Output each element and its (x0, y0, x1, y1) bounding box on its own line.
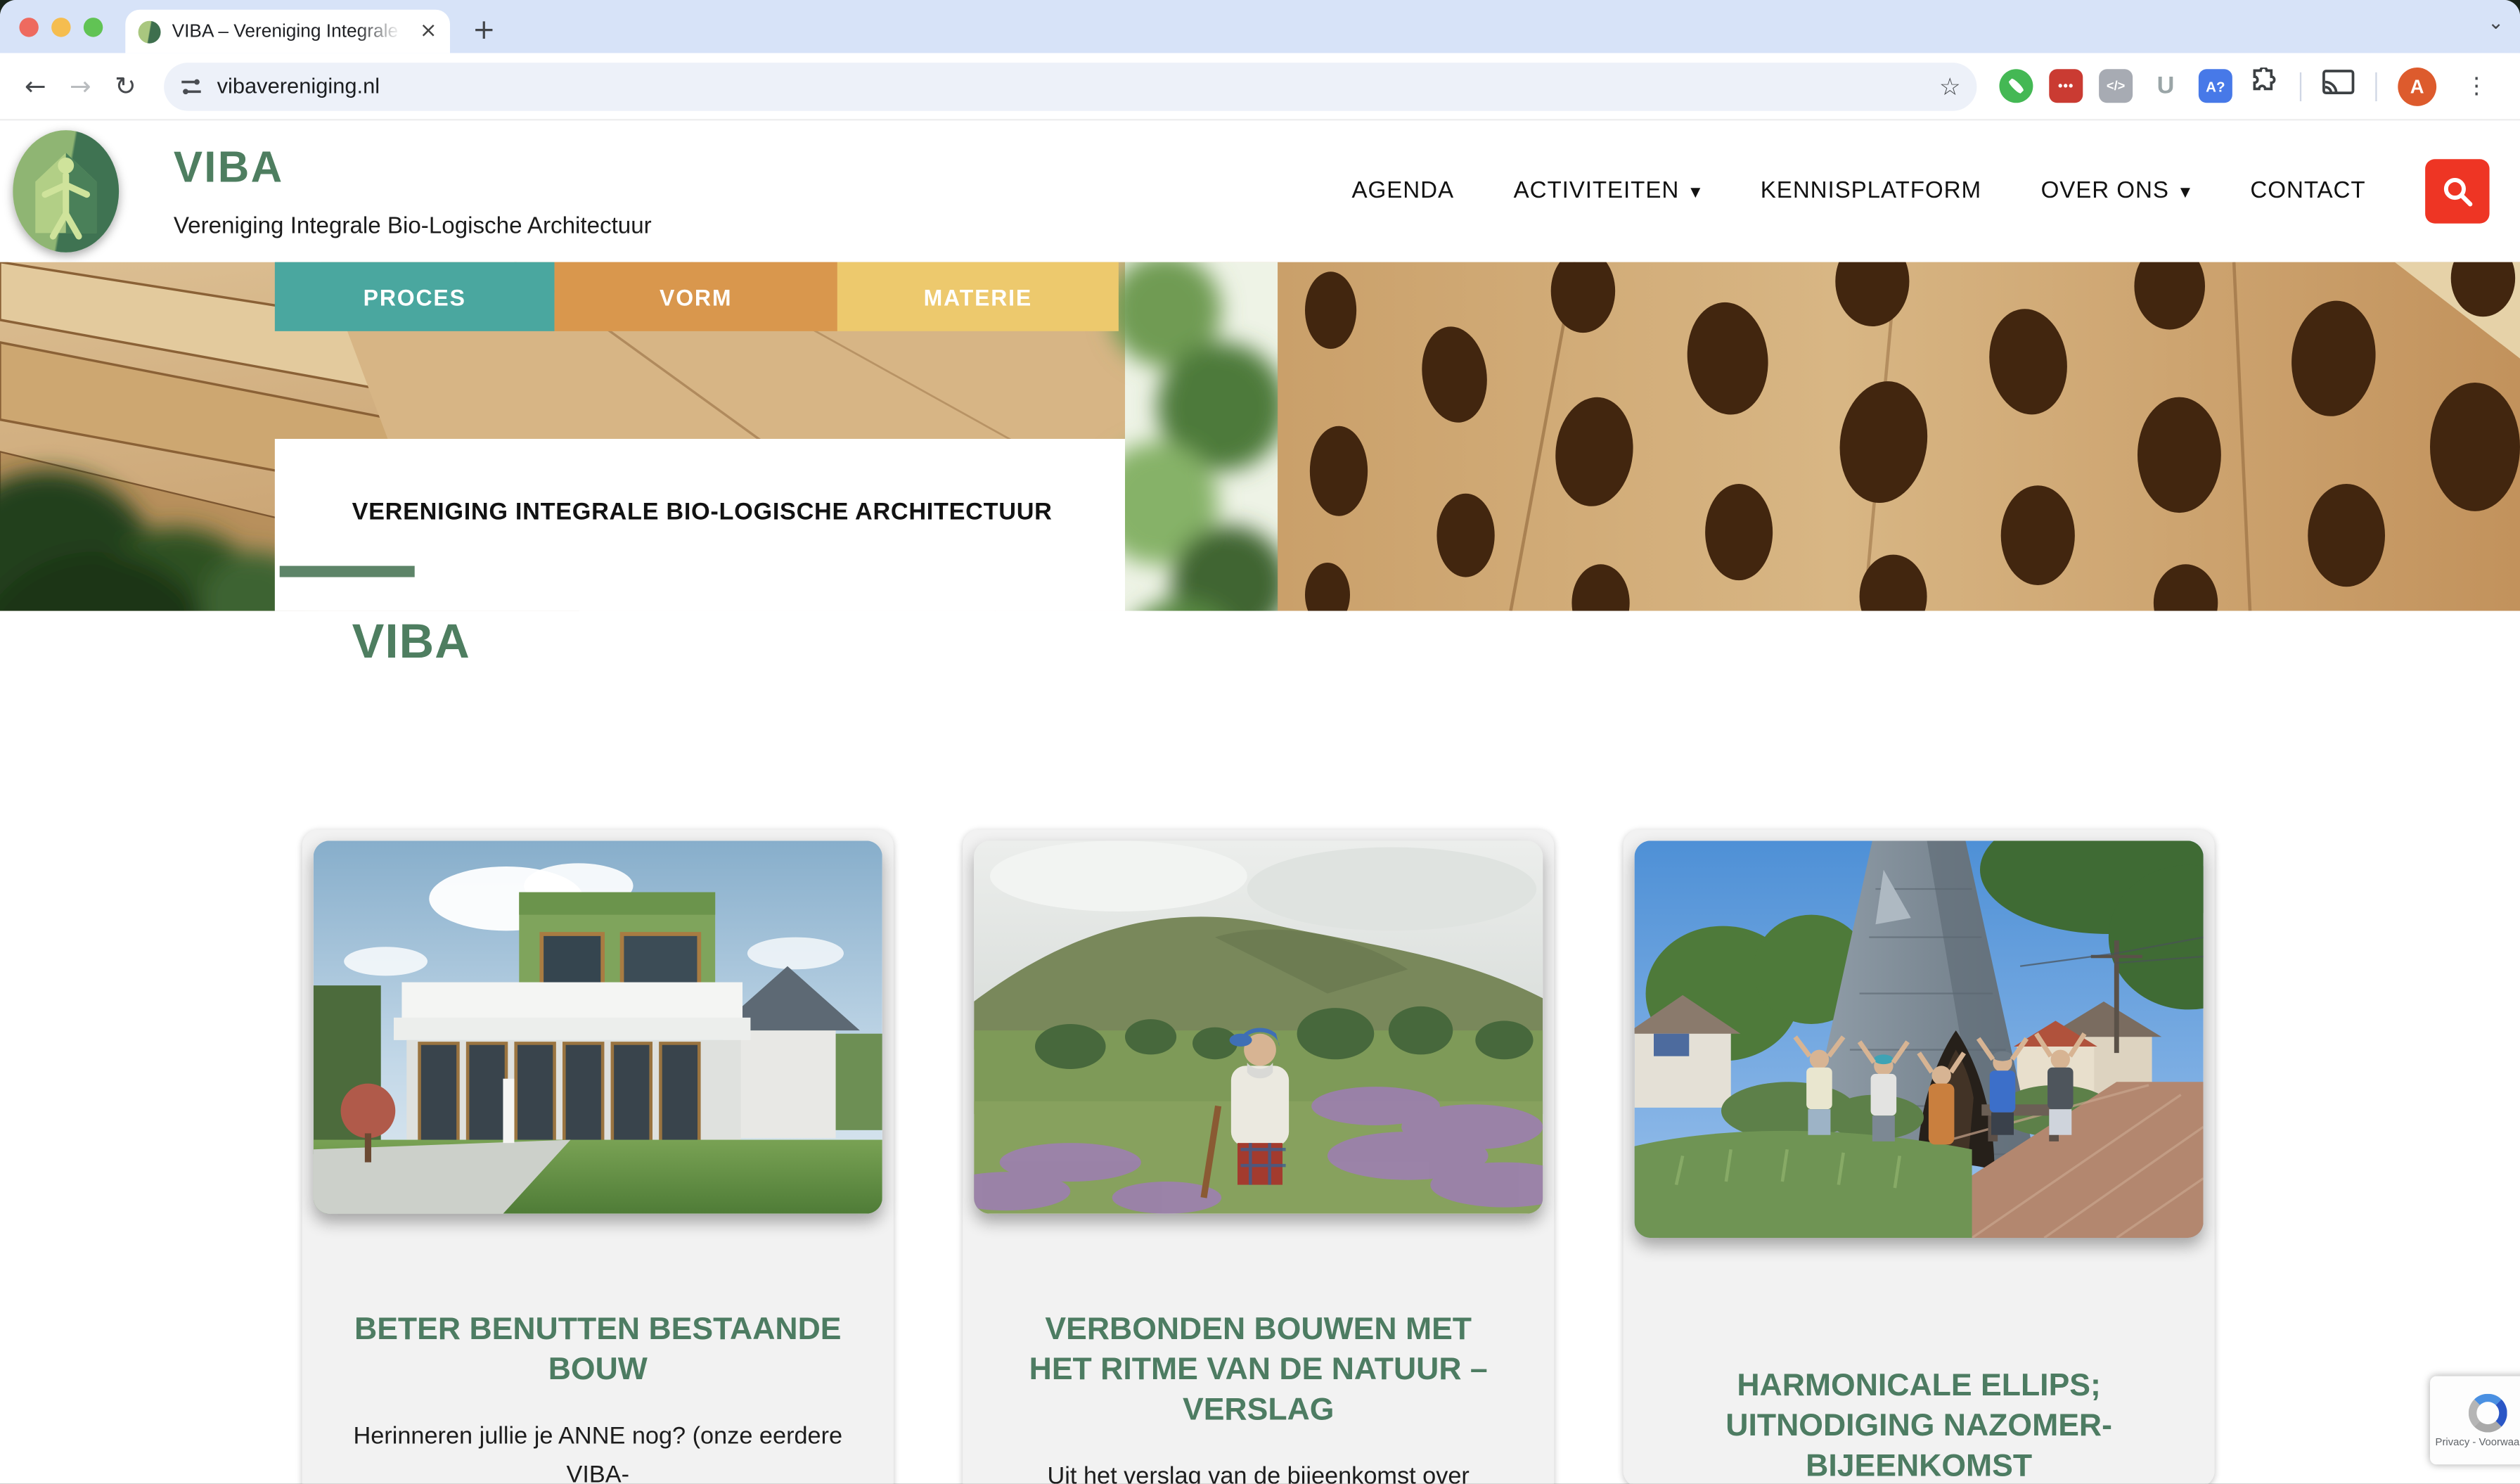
card-thumbnail-moor[interactable] (974, 840, 1543, 1213)
card-thumbnail-chapel[interactable] (1635, 840, 2204, 1238)
card-title[interactable]: VERBONDEN BOUWEN MET HET RITME VAN DE NA… (1012, 1310, 1504, 1431)
page-title: VIBA (352, 615, 2520, 670)
card-excerpt: Herinneren jullie je ANNE nog? (onze eer… (352, 1418, 844, 1484)
url-bar[interactable]: vibavereniging.nl ☆ (164, 62, 1976, 110)
article-cards: BETER BENUTTEN BESTAANDE BOUW Herinneren… (302, 829, 2520, 1483)
translate-extension-icon[interactable]: A? (2199, 69, 2232, 103)
chevron-down-icon: ▼ (2180, 184, 2191, 199)
hero-tab-materie[interactable]: MATERIE (837, 262, 1119, 331)
tab-search-chevron-icon[interactable]: ⌄ (2488, 11, 2504, 34)
browser-toolbar: ← → ↻ vibavereniging.nl ☆ ••• </> U A? (0, 53, 2520, 120)
cast-icon[interactable] (2322, 69, 2355, 103)
article-card[interactable]: HARMONICALE ELLIPS; UITNODIGING NAZOMER-… (1624, 829, 2215, 1483)
u-extension-icon[interactable]: U (2149, 69, 2182, 103)
hero-tab-proces[interactable]: PROCES (275, 262, 555, 331)
hero-panel: VERENIGING INTEGRALE BIO-LOGISCHE ARCHIT… (275, 439, 1125, 611)
zoom-window-button[interactable] (84, 17, 103, 36)
recaptcha-label[interactable]: Privacy - Voorwaarden (2436, 1436, 2520, 1447)
brand-tagline: Vereniging Integrale Bio-Logische Archit… (174, 214, 652, 240)
card-body: VERBONDEN BOUWEN MET HET RITME VAN DE NA… (974, 1310, 1543, 1484)
bookmark-star-icon[interactable]: ☆ (1939, 72, 1961, 101)
extension-icons: ••• </> U A? A ⋮ (1999, 67, 2498, 105)
recaptcha-icon (2469, 1393, 2507, 1432)
extensions-puzzle-icon[interactable] (2249, 67, 2279, 105)
new-tab-button[interactable]: + (472, 15, 496, 47)
card-body: BETER BENUTTEN BESTAANDE BOUW Herinneren… (314, 1310, 882, 1484)
toolbar-divider (2300, 72, 2301, 101)
nav-item-agenda[interactable]: AGENDA (1352, 179, 1454, 205)
browser-window: VIBA – Vereniging Integrale Bi × + ⌄ ← →… (0, 0, 2520, 1484)
hero-tab-vorm[interactable]: VORM (555, 262, 837, 331)
hero-section: PROCES VORM MATERIE VERENIGING INTEGRALE… (0, 262, 2520, 611)
reload-button[interactable]: ↻ (103, 71, 148, 101)
search-button[interactable] (2425, 159, 2489, 223)
nav-item-contact[interactable]: CONTACT (2250, 179, 2365, 205)
recaptcha-badge[interactable]: Privacy - Voorwaarden (2430, 1376, 2520, 1465)
url-text[interactable]: vibavereniging.nl (217, 74, 1925, 98)
password-extension-icon[interactable]: ••• (2049, 69, 2083, 103)
card-excerpt: Uit het verslag van de bijeenkomst over … (1012, 1458, 1504, 1484)
card-body: HARMONICALE ELLIPS; UITNODIGING NAZOMER-… (1635, 1367, 2204, 1484)
minimize-window-button[interactable] (51, 17, 70, 36)
brand-block: VIBA Vereniging Integrale Bio-Logische A… (174, 143, 652, 239)
nav-item-activiteiten[interactable]: ACTIVITEITEN▼ (1514, 179, 1702, 205)
nav-item-over-ons[interactable]: OVER ONS▼ (2041, 179, 2191, 205)
site-header: VIBA Vereniging Integrale Bio-Logische A… (0, 120, 2520, 262)
web-page: VIBA Vereniging Integrale Bio-Logische A… (0, 120, 2520, 1483)
viba-logo[interactable] (13, 130, 119, 252)
window-controls (19, 17, 103, 36)
brand-title[interactable]: VIBA (174, 143, 652, 193)
tab-title: VIBA – Vereniging Integrale Bi (172, 22, 409, 41)
main-nav: AGENDA ACTIVITEITEN▼ KENNISPLATFORM OVER… (1352, 179, 2366, 205)
browser-menu-icon[interactable]: ⋮ (2465, 73, 2488, 99)
article-card[interactable]: VERBONDEN BOUWEN MET HET RITME VAN DE NA… (963, 829, 1554, 1483)
back-button[interactable]: ← (13, 71, 58, 101)
search-icon (2441, 175, 2474, 207)
card-thumbnail-house[interactable] (314, 840, 882, 1213)
panel-heading: VERENIGING INTEGRALE BIO-LOGISCHE ARCHIT… (352, 499, 1125, 526)
close-window-button[interactable] (19, 17, 38, 36)
accent-bar (280, 566, 415, 577)
card-title[interactable]: HARMONICALE ELLIPS; UITNODIGING NAZOMER-… (1673, 1367, 2164, 1484)
chevron-down-icon: ▼ (1690, 184, 1701, 199)
hero-tabs: PROCES VORM MATERIE (275, 262, 1119, 331)
browser-tabstrip: VIBA – Vereniging Integrale Bi × + ⌄ (0, 0, 2520, 53)
site-favicon (139, 20, 161, 43)
code-extension-icon[interactable]: </> (2099, 69, 2133, 103)
article-card[interactable]: BETER BENUTTEN BESTAANDE BOUW Herinneren… (302, 829, 894, 1483)
whatsapp-extension-icon[interactable] (1999, 69, 2033, 103)
forward-button[interactable]: → (58, 71, 103, 101)
profile-avatar[interactable]: A (2398, 67, 2436, 105)
card-title[interactable]: BETER BENUTTEN BESTAANDE BOUW (352, 1310, 844, 1390)
browser-tab[interactable]: VIBA – Vereniging Integrale Bi × (125, 10, 450, 53)
nav-item-kennisplatform[interactable]: KENNISPLATFORM (1761, 179, 1981, 205)
toolbar-divider (2375, 72, 2377, 101)
tab-close-icon[interactable]: × (420, 19, 437, 43)
site-settings-icon[interactable] (180, 75, 202, 97)
screen: VIBA – Vereniging Integrale Bi × + ⌄ ← →… (0, 0, 2520, 1484)
